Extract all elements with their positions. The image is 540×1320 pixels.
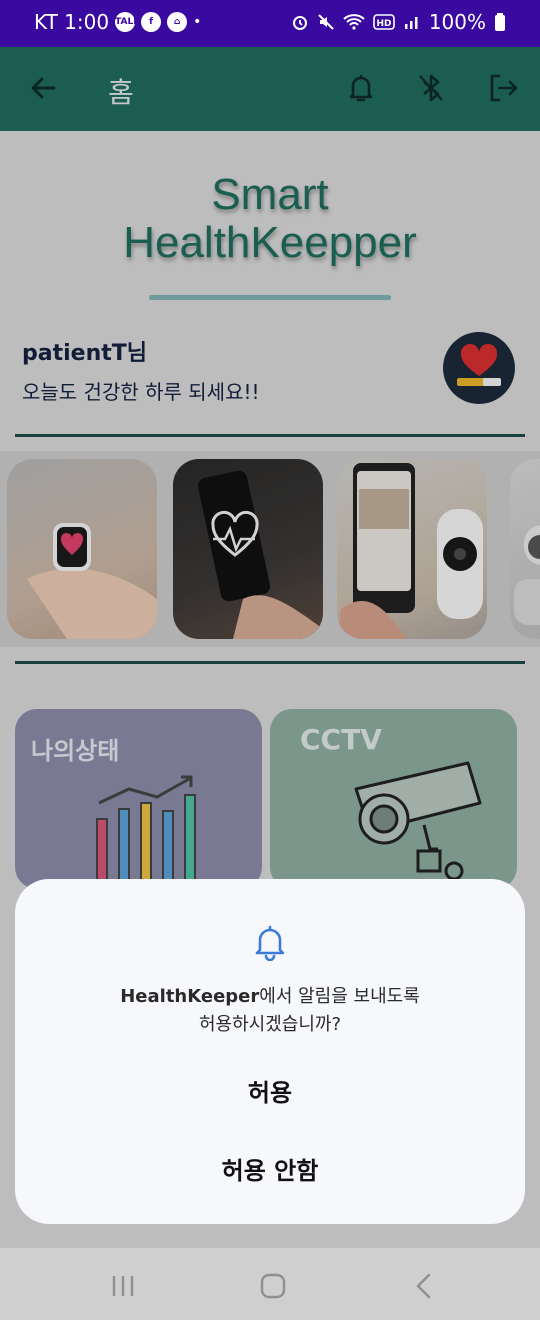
facebook-icon: f bbox=[141, 12, 162, 32]
carrier-time: KT 1:00 bbox=[34, 10, 110, 34]
dialog-message: HealthKeeper에서 알림을 보내도록 허용하시겠습니까? bbox=[15, 983, 525, 1039]
battery-icon bbox=[495, 13, 505, 31]
wifi-icon bbox=[343, 14, 365, 30]
notification-bell-icon bbox=[255, 925, 285, 961]
messenger-icon: ⌂ bbox=[167, 12, 188, 32]
hd-voice-icon: HD bbox=[373, 14, 395, 30]
allow-button[interactable]: 허용 bbox=[15, 1069, 525, 1111]
mute-icon bbox=[318, 14, 334, 30]
talk-icon: TALK bbox=[115, 12, 140, 32]
dialog-message-line-1: HealthKeeper에서 알림을 보내도록 bbox=[15, 983, 525, 1011]
deny-button[interactable]: 허용 안함 bbox=[15, 1147, 525, 1189]
status-bar-right: HD 100% bbox=[291, 10, 506, 34]
dialog-app-name: HealthKeeper bbox=[120, 986, 260, 1007]
back-icon[interactable] bbox=[410, 1272, 440, 1300]
home-icon[interactable] bbox=[258, 1272, 288, 1300]
notification-permission-dialog: HealthKeeper에서 알림을 보내도록 허용하시겠습니까? 허용 허용 … bbox=[15, 879, 525, 1224]
svg-text:HD: HD bbox=[376, 19, 391, 29]
recent-apps-icon[interactable] bbox=[108, 1272, 138, 1300]
dialog-message-line-2: 허용하시겠습니까? bbox=[198, 1014, 342, 1035]
signal-icon bbox=[404, 17, 418, 29]
more-notifications-dot: • bbox=[193, 14, 202, 30]
dialog-message-suffix: 에서 알림을 보내도록 bbox=[259, 986, 420, 1007]
system-nav-bar bbox=[0, 1248, 540, 1320]
alarm-icon bbox=[292, 16, 307, 30]
status-bar: KT 1:00 TALK f ⌂ • HD 100% bbox=[0, 0, 540, 47]
battery-percent: 100% bbox=[428, 10, 486, 34]
status-bar-left: KT 1:00 TALK f ⌂ • bbox=[34, 10, 201, 34]
